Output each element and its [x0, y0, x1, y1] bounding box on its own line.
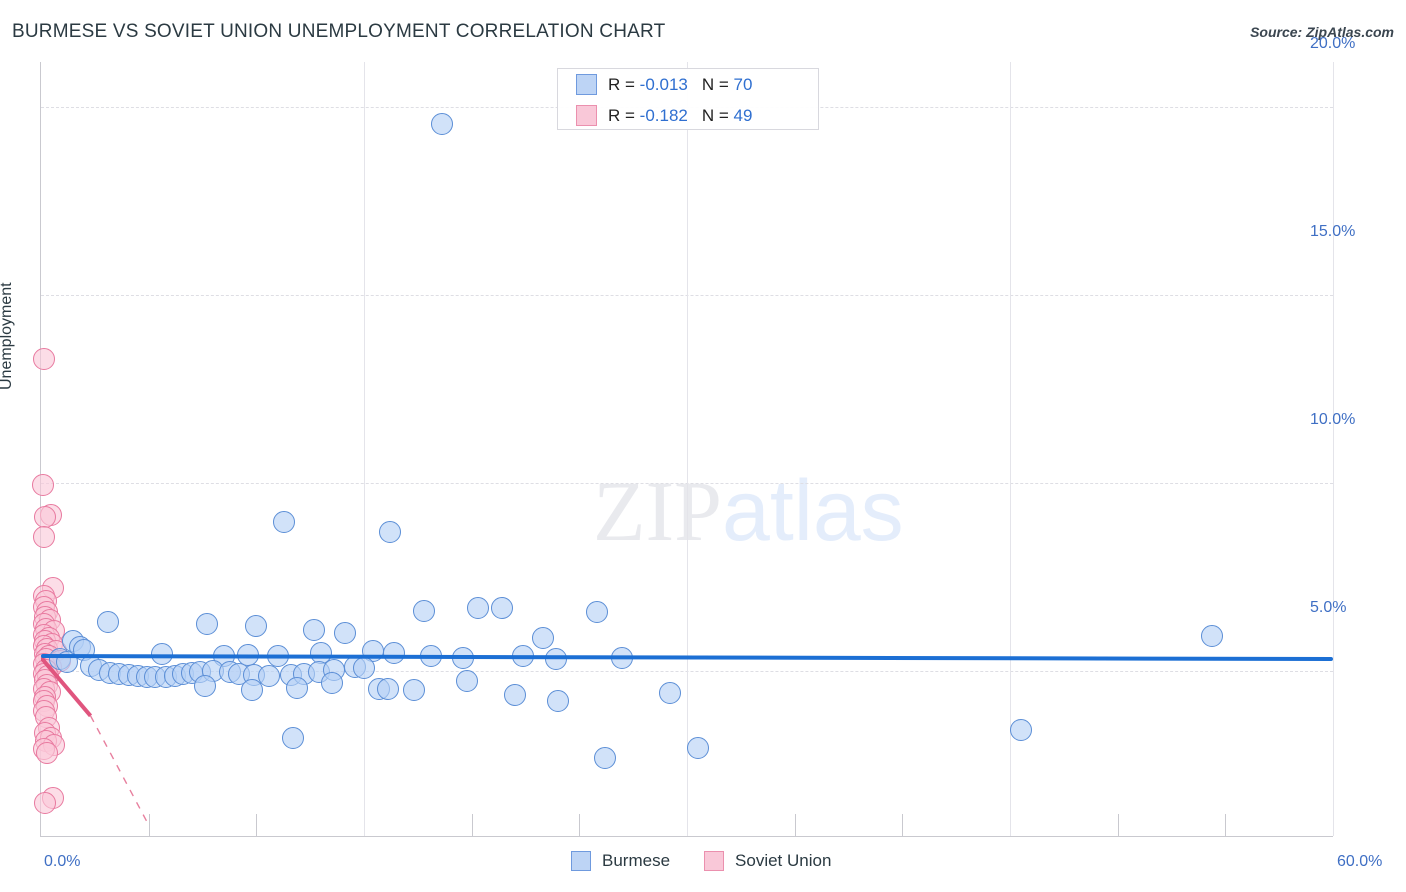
correlation-stats-legend: R = -0.013 N = 70 R = -0.182 N = 49 — [557, 68, 819, 130]
stats-row-burmese: R = -0.013 N = 70 — [558, 69, 818, 100]
stats-row-soviet-union: R = -0.182 N = 49 — [558, 100, 818, 131]
stats-text-burmese: R = -0.013 N = 70 — [608, 74, 753, 94]
stats-text-soviet-union: R = -0.182 N = 49 — [608, 105, 753, 125]
trendline-soviet-union-extension — [89, 715, 148, 822]
trendline-layer — [41, 656, 148, 822]
y-axis-title: Unemployment — [0, 282, 15, 390]
trendline-soviet-union — [41, 656, 93, 718]
plot-area: ZIPatlas — [32, 62, 1334, 837]
r-value-burmese: -0.013 — [639, 74, 688, 94]
correlation-chart: BURMESE VS SOVIET UNION UNEMPLOYMENT COR… — [0, 0, 1406, 892]
legend-label-burmese: Burmese — [602, 851, 671, 870]
y-axis-tick-label: 20.0% — [1310, 35, 1356, 53]
y-axis-tick-label: 15.0% — [1310, 222, 1356, 240]
y-axis-tick-label: 5.0% — [1310, 598, 1347, 616]
y-axis-tick-label: 10.0% — [1310, 410, 1356, 428]
x-axis-max-label: 60.0% — [1337, 853, 1383, 870]
n-value-soviet-union: 49 — [733, 105, 753, 125]
legend-item-burmese[interactable]: Burmese — [571, 851, 670, 871]
series-legend: Burmese Soviet Union — [571, 851, 865, 871]
series-swatch-soviet-union — [576, 105, 597, 126]
series-swatch-burmese — [576, 74, 597, 95]
page-title: BURMESE VS SOVIET UNION UNEMPLOYMENT COR… — [12, 21, 666, 42]
legend-swatch-soviet-union — [704, 851, 725, 871]
n-value-burmese: 70 — [733, 74, 753, 94]
x-axis-min-label: 0.0% — [44, 853, 81, 870]
legend-item-soviet-union[interactable]: Soviet Union — [704, 851, 831, 871]
legend-swatch-burmese — [571, 851, 591, 871]
r-value-soviet-union: -0.182 — [639, 105, 688, 125]
legend-label-soviet-union: Soviet Union — [735, 851, 832, 870]
x-axis-tick-60 — [1333, 62, 1334, 836]
